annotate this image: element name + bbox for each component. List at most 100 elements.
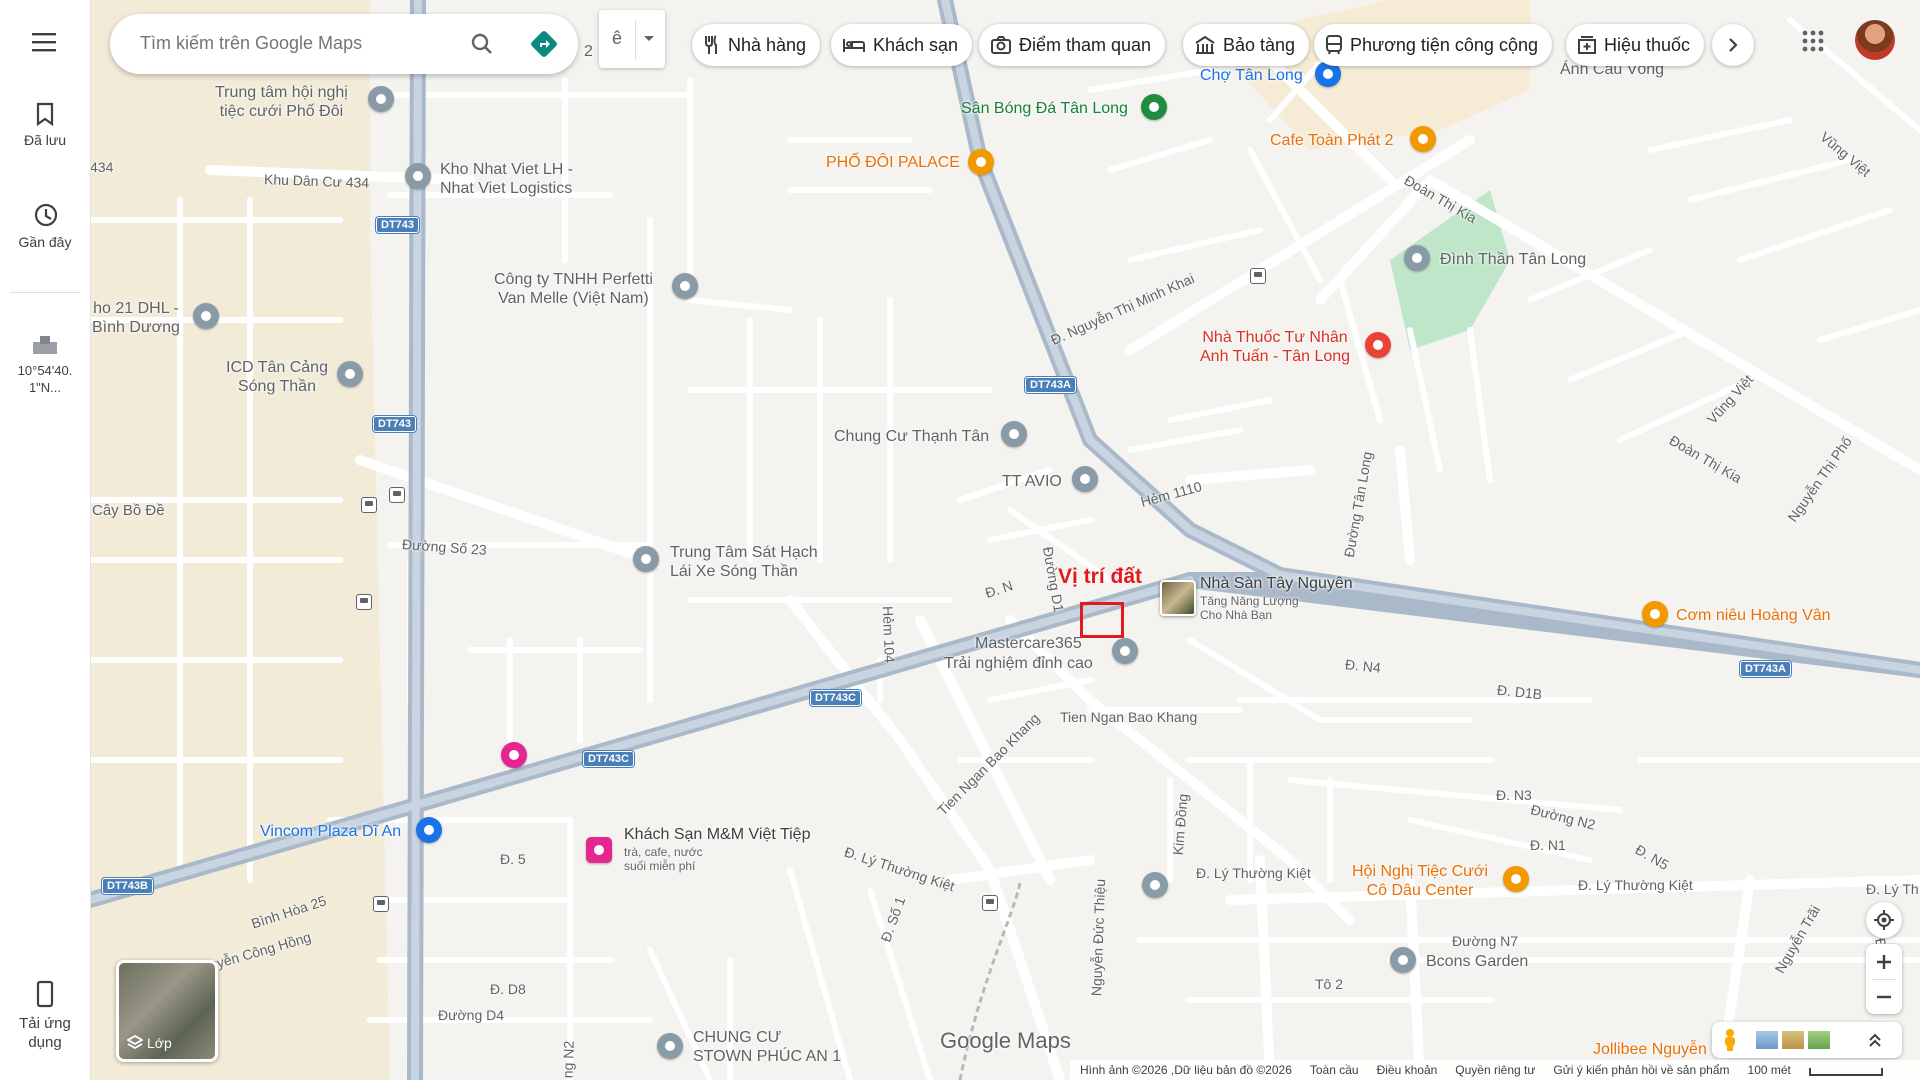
street-label: Khu Dân Cư 434 (263, 171, 370, 191)
place-label[interactable]: Sân Bóng Đá Tân Long (961, 99, 1128, 118)
bus-stop-icon[interactable] (361, 497, 377, 513)
place-pin[interactable] (1390, 947, 1416, 973)
avatar[interactable] (1855, 20, 1895, 60)
chip-pharmacy[interactable]: Hiệu thuốc (1566, 24, 1705, 66)
chevron-up-icon[interactable] (1868, 1032, 1882, 1048)
zoom-out-icon[interactable] (1875, 988, 1893, 1006)
event-pin[interactable] (1503, 866, 1529, 892)
road-shield: DT743C (583, 751, 634, 767)
map-canvas[interactable] (90, 0, 1920, 1080)
my-location-button[interactable] (1866, 902, 1902, 938)
place-label[interactable]: Vincom Plaza Dĩ An (260, 822, 401, 841)
chip-transit[interactable]: Phương tiện công cộng (1314, 24, 1552, 66)
ime-toggle[interactable]: ê (599, 10, 665, 68)
place-pin[interactable] (633, 546, 659, 572)
place-label[interactable]: Jollibee Nguyễn (1593, 1040, 1707, 1059)
pharmacy-pin[interactable] (1365, 332, 1391, 358)
menu-icon (32, 33, 56, 52)
place-label[interactable]: Chung Cư Thạnh Tân (834, 427, 989, 446)
street-label: Đ. Lý Th (1866, 881, 1919, 897)
place-label[interactable]: ICD Tân Cảng Sóng Thần (226, 358, 328, 396)
chevron-right-icon (1729, 38, 1738, 52)
search-icon[interactable] (470, 32, 494, 56)
recent-button[interactable]: Gần đây (0, 202, 90, 250)
chip-attractions[interactable]: Điểm tham quan (979, 24, 1166, 66)
sports-pin[interactable] (1141, 94, 1167, 120)
chevron-down-icon[interactable] (643, 35, 655, 43)
place-pin[interactable] (1112, 638, 1138, 664)
bus-stop-icon[interactable] (373, 896, 389, 912)
search-box[interactable] (110, 14, 578, 74)
place-pin[interactable] (405, 163, 431, 189)
menu-button[interactable] (0, 32, 90, 58)
recent-coords-button[interactable]: 10°54'40. 1"N... (0, 334, 90, 396)
pegman-icon[interactable] (1722, 1028, 1738, 1052)
place-label[interactable]: Nhà Sàn Tây Nguyên (1200, 574, 1353, 593)
hotel-pin[interactable] (501, 742, 527, 768)
place-label[interactable]: Cơm niêu Hoàng Vân (1676, 606, 1831, 625)
place-pin[interactable] (1001, 421, 1027, 447)
place-pin[interactable] (368, 86, 394, 112)
place-pin[interactable] (1072, 466, 1098, 492)
photo-pin[interactable] (1160, 580, 1196, 616)
recent-label: Gần đây (18, 234, 72, 250)
place-label[interactable]: TT AVIO (1002, 472, 1062, 491)
privacy-link[interactable]: Quyền riêng tư (1455, 1063, 1535, 1077)
place-label[interactable]: Trung Tâm Sát Hạch Lái Xe Sóng Thần (670, 543, 818, 581)
place-label[interactable]: Công ty TNHH Perfetti Van Melle (Việt Na… (494, 270, 653, 308)
search-input[interactable] (138, 32, 472, 55)
get-app-button[interactable]: Tải ứng dụng (0, 980, 90, 1052)
directions-icon[interactable] (530, 30, 558, 58)
shopping-pin[interactable] (416, 817, 442, 843)
place-label[interactable]: Cafe Toàn Phát 2 (1270, 131, 1393, 150)
place-label[interactable]: Bcons Garden (1426, 952, 1528, 971)
cafe-pin[interactable] (1410, 126, 1436, 152)
saved-button[interactable]: Đã lưu (0, 102, 90, 148)
place-label[interactable]: Kho Nhat Viet LH - Nhat Viet Logistics (440, 160, 573, 198)
terms-link[interactable]: Điều khoản (1377, 1063, 1438, 1077)
bus-stop-icon[interactable] (356, 594, 372, 610)
place-label[interactable]: Trung tâm hội nghị tiệc cưới Phố Đôi (215, 83, 348, 121)
zoom-in-icon[interactable] (1875, 953, 1893, 971)
place-label[interactable]: Mastercare365 (975, 634, 1082, 653)
place-pin[interactable] (657, 1033, 683, 1059)
street-label: Tien Ngan Bao Khang (1060, 709, 1198, 725)
street-label: Hẻm 104 (879, 605, 898, 664)
hotel-pin[interactable] (586, 837, 612, 863)
school-pin[interactable] (1142, 872, 1168, 898)
terrain-thumb[interactable] (1756, 1031, 1778, 1049)
place-label[interactable]: PHỐ ĐÔI PALACE (826, 153, 960, 172)
feedback-link[interactable]: Gửi ý kiến phản hồi về sản phẩm (1553, 1063, 1729, 1077)
place-label[interactable]: CHUNG CƯ STOWN PHÚC AN 1 (693, 1028, 841, 1066)
transit-thumb[interactable] (1808, 1031, 1830, 1049)
place-label[interactable]: Nhà Thuốc Tư Nhân Anh Tuấn - Tân Long (1200, 328, 1350, 366)
place-pin[interactable] (193, 303, 219, 329)
chip-restaurants[interactable]: Nhà hàng (692, 24, 821, 66)
road-shield: DT743A (1740, 661, 1791, 677)
place-label[interactable]: ho 21 DHL - Bình Dương (92, 299, 180, 337)
temple-pin[interactable] (1404, 245, 1430, 271)
scale-label[interactable]: 100 mét (1748, 1063, 1791, 1077)
place-label[interactable]: Đình Thần Tân Long (1440, 250, 1586, 269)
street-label: Đường D4 (438, 1007, 505, 1023)
google-maps-logo: Google Maps (940, 1028, 1071, 1053)
bus-stop-icon[interactable] (1250, 268, 1266, 284)
place-pin[interactable] (672, 273, 698, 299)
bus-stop-icon[interactable] (982, 895, 998, 911)
layers-button[interactable]: Lớp (116, 960, 218, 1062)
street-label: Đường N7 (1452, 933, 1519, 949)
traffic-thumb[interactable] (1782, 1031, 1804, 1049)
restaurant-pin[interactable] (1642, 601, 1668, 627)
place-label[interactable]: Hội Nghị Tiệc Cưới Cô Dâu Center (1352, 862, 1488, 900)
apps-grid-icon[interactable] (1802, 30, 1824, 52)
chip-museums[interactable]: Bảo tàng (1183, 24, 1310, 66)
global-link[interactable]: Toàn cầu (1310, 1063, 1359, 1077)
street-label: Đ. D8 (490, 981, 526, 997)
place-label[interactable]: Khách Sạn M&M Việt Tiệp (624, 825, 810, 844)
chip-hotels[interactable]: Khách sạn (831, 24, 973, 66)
restaurant-pin[interactable] (968, 149, 994, 175)
chips-next-button[interactable] (1712, 24, 1754, 66)
place-label[interactable]: Chợ Tân Long (1200, 66, 1303, 85)
place-pin[interactable] (337, 361, 363, 387)
bus-stop-icon[interactable] (389, 487, 405, 503)
